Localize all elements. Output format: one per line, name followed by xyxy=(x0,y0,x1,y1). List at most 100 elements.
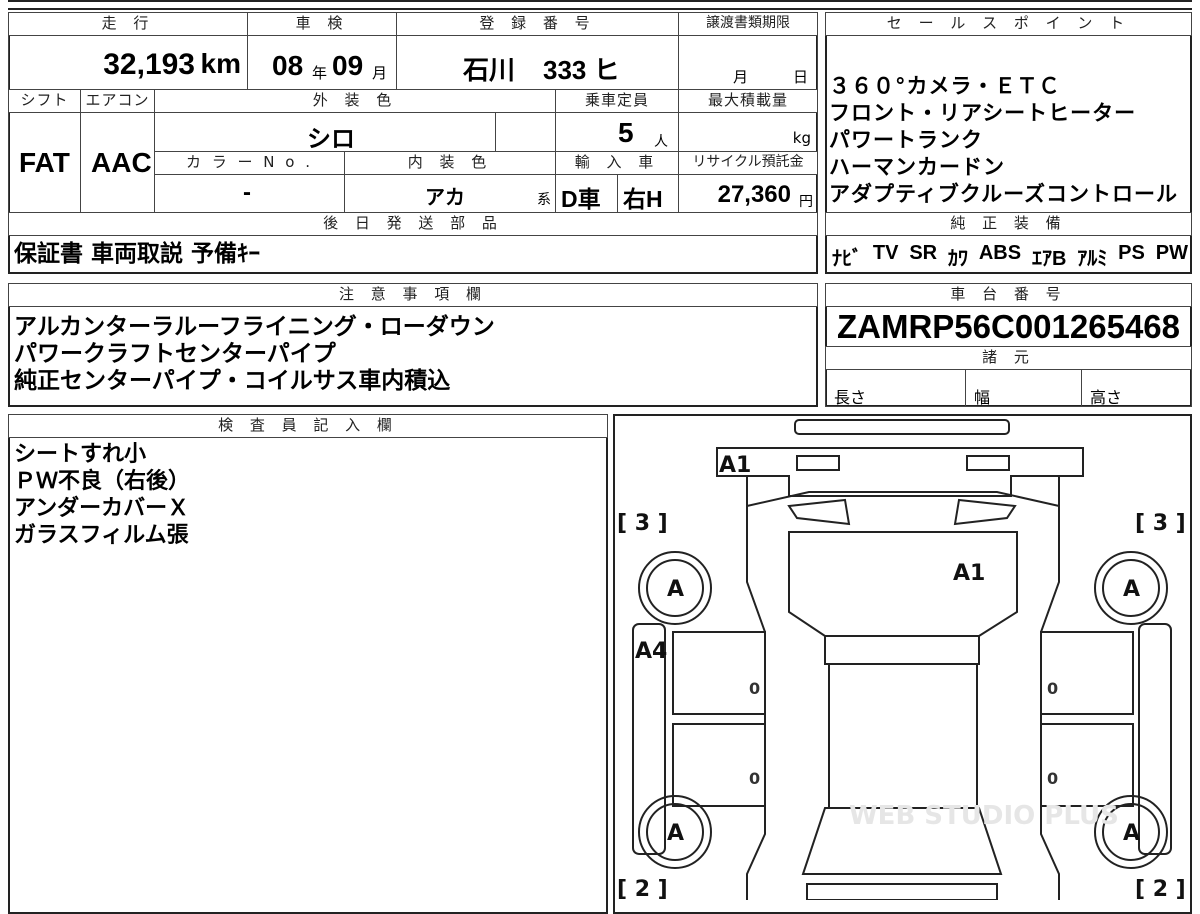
equipment-item: ｴｱB xyxy=(1031,248,1067,270)
sales-point-item: フロント・リアシートヒーター xyxy=(829,101,1137,125)
recycle-unit: 円 xyxy=(799,194,813,210)
exterior-color-header: 外 装 色 xyxy=(154,89,556,113)
shift-cell: FAT xyxy=(8,112,81,213)
specs-header: 諸 元 xyxy=(825,346,1192,370)
color-no-value: - xyxy=(243,179,251,206)
tire-front-right: [ 3 ] xyxy=(1135,511,1186,536)
notes-header: 注 意 事 項 欄 xyxy=(8,283,818,307)
notes-list: アルカンターラルーフライニング・ローダウン パワークラフトセンターパイプ 純正セ… xyxy=(14,314,495,395)
capacity-header: 乗車定員 xyxy=(555,89,679,113)
steering-value: 右H xyxy=(623,186,663,212)
rear-right-wheel-grade: A xyxy=(1123,821,1140,846)
hood-vent-right xyxy=(953,498,1017,526)
left-rear-door-outline xyxy=(672,723,766,807)
equipment-item: ABS xyxy=(978,242,1022,264)
registration-area: 石川 xyxy=(463,55,516,85)
chassis-no-header: 車 台 番 号 xyxy=(825,283,1192,307)
color-no-cell: - xyxy=(154,174,345,213)
front-right-wheel-grade: A xyxy=(1123,577,1140,602)
capacity-cell: 5 人 xyxy=(555,112,679,152)
spec-length-label: 長さ xyxy=(834,388,867,407)
equipment-item: ﾅﾋﾞ xyxy=(832,248,862,270)
tire-rear-left: [ 2 ] xyxy=(617,877,668,900)
sales-point-item: パワートランク xyxy=(829,128,983,152)
interior-color-cell: アカ 系 xyxy=(344,174,556,213)
recycle-value: 27,360 xyxy=(717,181,791,208)
sales-point-header: セ ー ル ス ポ イ ン ト xyxy=(825,12,1192,36)
right-front-door-grade: 0 xyxy=(1047,679,1058,698)
sales-point-item: ハーマンカードン xyxy=(829,155,1005,179)
top-edge-strip xyxy=(8,0,1192,10)
hood-vent-left xyxy=(787,498,851,526)
chassis-no-value: ZAMRP56C001265468 xyxy=(836,308,1181,345)
body-outline xyxy=(746,506,1060,900)
windshield-grade: A1 xyxy=(953,561,985,586)
mileage-cell: 32,193 km xyxy=(8,35,248,90)
equipment-item: ｱﾙﾐ xyxy=(1077,248,1108,270)
color-no-header: カ ラ ー N o . xyxy=(154,151,345,175)
inspector-line: アンダーカバーＸ xyxy=(14,496,190,521)
car-diagram: A1 A1 A4 A A A A [ 3 ] [ 3 ] [ 2 ] [ 2 ]… xyxy=(617,419,1186,900)
interior-color-value: アカ xyxy=(425,187,465,209)
spec-width-label: 幅 xyxy=(974,388,991,407)
mileage-header: 走 行 xyxy=(8,12,248,36)
capacity-unit: 人 xyxy=(654,134,668,150)
registration-cell: 石川 333 ヒ 1206 xyxy=(396,35,679,117)
tire-front-left: [ 3 ] xyxy=(617,511,668,536)
equipment-item: TV xyxy=(872,242,899,264)
inspection-year: 08 xyxy=(272,50,304,81)
deadline-month-unit: 月 xyxy=(733,68,749,86)
equipment-item: PW xyxy=(1155,242,1188,264)
equipment-item: ｶﾜ xyxy=(947,248,968,270)
front-bumper-grade: A1 xyxy=(719,453,751,478)
right-rear-door-outline xyxy=(1040,723,1134,807)
left-front-door-outline xyxy=(672,631,766,715)
mileage-value: 32,193 xyxy=(103,48,195,81)
spec-width-cell: 幅 xyxy=(965,369,1082,407)
inspection-month: 09 xyxy=(332,50,364,81)
inspector-line: ＰＷ不良（右後） xyxy=(14,469,191,494)
max-load-cell: kg xyxy=(678,112,818,152)
import-header: 輸 入 車 xyxy=(555,151,679,175)
front-left-lamp-outline xyxy=(796,455,840,471)
aircon-cell: AAC xyxy=(80,112,155,213)
note-line: アルカンターラルーフライニング・ローダウン xyxy=(14,314,495,340)
exterior-color-extra-cell xyxy=(495,112,556,152)
capacity-value: 5 xyxy=(618,117,634,148)
sales-point-list: ３６０°カメラ・ＥＴＣ フロント・リアシートヒーター パワートランク ハーマンカ… xyxy=(829,73,1178,208)
import-type-value: D車 xyxy=(561,186,601,212)
rear-left-wheel-grade: A xyxy=(667,821,684,846)
transfer-deadline-header: 譲渡書類期限 xyxy=(678,12,818,36)
recycle-cell: 27,360 円 xyxy=(678,174,818,213)
spec-length-cell: 長さ xyxy=(825,369,966,407)
recycle-header: リサイクル預託金 xyxy=(678,151,818,175)
roof-outline xyxy=(824,635,980,665)
inspection-month-unit: 月 xyxy=(372,64,388,82)
inspector-line: シートすれ小 xyxy=(14,442,147,467)
rear-bumper-outline xyxy=(806,883,998,900)
inspection-cell: 08 年 09 月 xyxy=(247,35,397,90)
interior-color-suffix: 系 xyxy=(537,192,551,208)
mileage-unit: km xyxy=(200,48,241,79)
inspector-line: ガラスフィルム張 xyxy=(14,523,189,548)
transfer-deadline-cell: 月 日 xyxy=(678,35,818,90)
inspector-list: シートすれ小 ＰＷ不良（右後） アンダーカバーＸ ガラスフィルム張 xyxy=(14,441,190,549)
registration-header: 登 録 番 号 xyxy=(396,12,679,36)
aircon-header: エアコン xyxy=(80,89,155,113)
right-front-door-outline xyxy=(1040,631,1134,715)
note-line: 純正センターパイプ・コイルサス車内積込 xyxy=(14,368,451,394)
inspector-header: 検 査 員 記 入 欄 xyxy=(8,414,608,438)
sales-point-item: ３６０°カメラ・ＥＴＣ xyxy=(829,74,1061,98)
front-emblem-outline xyxy=(794,419,1010,435)
equipment-item: PS xyxy=(1118,242,1145,264)
shift-header: シフト xyxy=(8,89,81,113)
left-front-door-grade: 0 xyxy=(749,679,760,698)
spec-height-label: 高さ xyxy=(1090,388,1123,407)
front-left-wheel-grade: A xyxy=(667,577,684,602)
genuine-equipment-list: ﾅﾋﾞ TV SR ｶﾜ ABS ｴｱB ｱﾙﾐ PS PW xyxy=(832,242,1188,271)
shift-value: FAT xyxy=(19,147,70,178)
exterior-color-value: シロ xyxy=(307,126,355,153)
tire-rear-right: [ 2 ] xyxy=(1135,877,1186,900)
genuine-equipment-header: 純 正 装 備 xyxy=(825,212,1192,236)
aircon-value: AAC xyxy=(91,147,152,178)
